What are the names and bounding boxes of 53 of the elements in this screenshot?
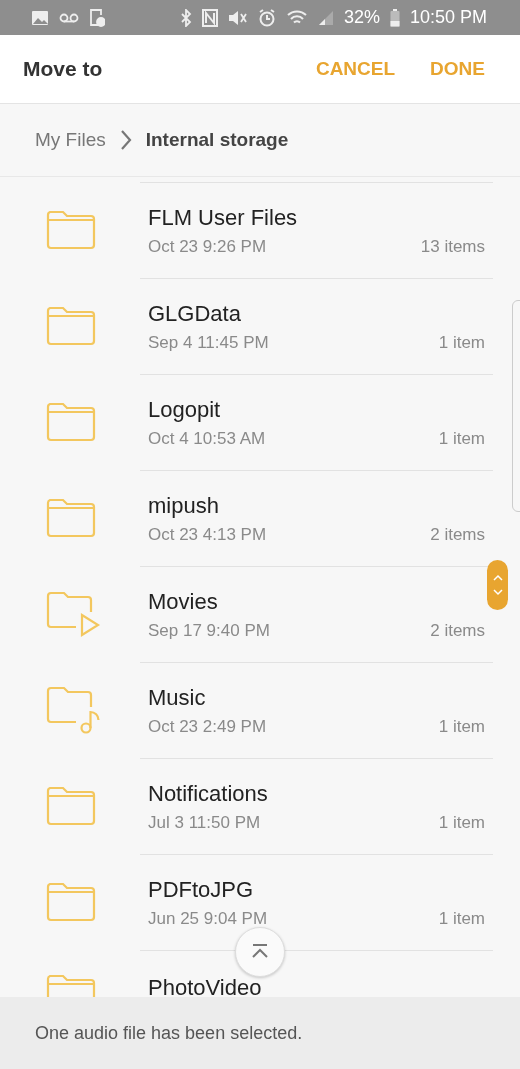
modified-date: Sep 4 11:45 PM — [148, 332, 269, 353]
folder-name[interactable]: Notifications — [148, 780, 268, 807]
folder-name[interactable]: GLGData — [148, 300, 241, 327]
scroll-to-top-button[interactable] — [235, 927, 285, 977]
item-count: 2 items — [430, 524, 485, 545]
folder-name[interactable]: Logopit — [148, 396, 221, 423]
folder-name[interactable]: Music — [148, 684, 206, 711]
bluetooth-icon — [179, 8, 192, 27]
screen-title: Move to — [23, 57, 104, 81]
video-folder-icon — [46, 591, 102, 637]
breadcrumb-item[interactable]: My Files — [35, 129, 106, 151]
modified-date: Oct 23 4:13 PM — [148, 524, 267, 545]
voicemail-icon — [59, 12, 79, 23]
selection-message: One audio file has been selected. — [35, 1022, 303, 1044]
scroll-top-icon — [251, 944, 269, 960]
item-count: 1 item — [438, 812, 485, 833]
folder-icon — [46, 306, 96, 346]
clock: 10:50 PM — [409, 7, 487, 28]
item-count: 13 items — [420, 236, 485, 257]
folder-name[interactable]: PDFtoJPG — [148, 876, 254, 903]
folder-name[interactable]: Movies — [148, 588, 218, 615]
alarm-icon — [257, 8, 276, 27]
modified-date: Oct 23 9:26 PM — [148, 236, 267, 257]
item-count: 1 item — [438, 908, 485, 929]
mute-icon — [227, 8, 248, 27]
folder-icon — [46, 402, 96, 442]
battery-icon — [389, 8, 400, 27]
folder-icon — [46, 210, 96, 250]
modified-date: Jun 25 9:04 PM — [148, 908, 268, 929]
music-folder-icon — [46, 686, 102, 734]
modified-date: Oct 4 10:53 AM — [148, 428, 266, 449]
chevron-right-icon — [119, 129, 132, 151]
folder-icon — [46, 498, 96, 538]
item-count: 1 item — [438, 332, 485, 353]
folder-icon — [46, 786, 96, 826]
schedule-icon — [89, 8, 105, 27]
folder-name[interactable]: mipush — [148, 492, 219, 519]
folder-name[interactable]: PhotoVideo — [148, 975, 262, 997]
folder-icon — [46, 882, 96, 922]
item-count: 2 items — [430, 620, 485, 641]
image-icon — [31, 9, 49, 26]
modified-date: Sep 17 9:40 PM — [148, 620, 270, 641]
modified-date: Jul 3 11:50 PM — [148, 812, 261, 833]
fast-scroll-handle[interactable] — [487, 560, 508, 610]
folder-name[interactable]: FLM User Files — [148, 204, 298, 231]
modified-date: Oct 23 2:49 PM — [148, 716, 267, 737]
battery-percent: 32% — [343, 7, 380, 28]
item-count: 1 item — [438, 716, 485, 737]
nfc-icon — [201, 8, 218, 27]
signal-icon — [317, 9, 334, 26]
item-count: 1 item — [438, 428, 485, 449]
breadcrumb-item[interactable]: Internal storage — [145, 129, 289, 151]
scroll-arrows-icon — [492, 572, 503, 598]
